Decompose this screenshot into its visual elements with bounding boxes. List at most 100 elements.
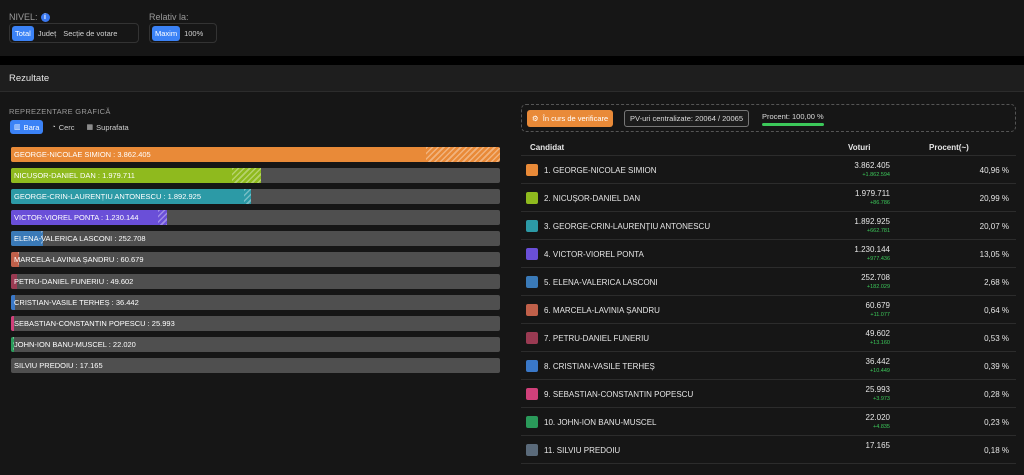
candidate-name: 8. CRISTIAN-VASILE TERHEȘ bbox=[544, 362, 655, 371]
filter-bar: NIVEL: i Total Județ Secție de votare Re… bbox=[0, 0, 1024, 56]
color-swatch bbox=[526, 388, 538, 400]
results-title: Rezultate bbox=[9, 73, 50, 84]
procent-indicator: Procent: 100,00 % bbox=[762, 112, 824, 126]
bar-row[interactable]: MARCELA-LAVINIA ȘANDRU : 60.679 bbox=[11, 252, 500, 268]
relativ-option-100[interactable]: 100% bbox=[181, 26, 206, 41]
candidate-number: 6. bbox=[544, 306, 551, 315]
table-row[interactable]: 2. NICUȘOR-DANIEL DAN 1.979.711 +86.786 20,… bbox=[521, 184, 1016, 212]
bar-row[interactable]: ELENA-VALERICA LASCONI : 252.708 bbox=[11, 231, 500, 247]
results-panel: ⚙ În curs de verificare PV-uri centraliz… bbox=[521, 104, 1016, 464]
candidate-name-text: VICTOR-VIOREL PONTA bbox=[552, 250, 644, 259]
candidate-name: 4. VICTOR-VIOREL PONTA bbox=[544, 250, 644, 259]
votes-value: 17.165 bbox=[865, 441, 890, 450]
table-row[interactable]: 7. PETRU-DANIEL FUNERIU 49.602 +13.160 0,53… bbox=[521, 324, 1016, 352]
percent-value: 0,28 % bbox=[984, 390, 1009, 399]
candidate-name-text: SEBASTIAN-CONSTANTIN POPESCU bbox=[552, 390, 694, 399]
table-row[interactable]: 3. GEORGE-CRIN-LAURENȚIU ANTONESCU 1.892.… bbox=[521, 212, 1016, 240]
bar-label: SILVIU PREDOIU : 17.165 bbox=[14, 360, 103, 370]
bar-label: MARCELA-LAVINIA ȘANDRU : 60.679 bbox=[14, 255, 144, 265]
bar-label: PETRU-DANIEL FUNERIU : 49.602 bbox=[14, 276, 134, 286]
treemap-icon: ▦ bbox=[86, 124, 94, 131]
relativ-label: Relativ la: bbox=[149, 12, 189, 22]
candidate-name-text: GEORGE-NICOLAE SIMION bbox=[552, 166, 657, 175]
votes-delta: +11.077 bbox=[870, 312, 890, 318]
nivel-option-total[interactable]: Total bbox=[12, 25, 34, 41]
table-body: 1. GEORGE-NICOLAE SIMION 3.862.405 +1.862.… bbox=[521, 156, 1016, 464]
tab-bara[interactable]: ▥ Bara bbox=[10, 120, 44, 134]
tab-suprafata-label: Suprafata bbox=[96, 122, 129, 132]
votes-delta: +4.835 bbox=[873, 424, 890, 430]
bar-row[interactable]: SEBASTIAN-CONSTANTIN POPESCU : 25.993 bbox=[11, 315, 500, 331]
header-candidat: Candidat bbox=[530, 143, 565, 152]
bar-row[interactable]: GEORGE-NICOLAE SIMION : 3.862.405 bbox=[11, 147, 500, 162]
table-row[interactable]: 1. GEORGE-NICOLAE SIMION 3.862.405 +1.862.… bbox=[521, 156, 1016, 184]
bar-label: SEBASTIAN-CONSTANTIN POPESCU : 25.993 bbox=[14, 318, 175, 328]
candidate-name: 11. SILVIU PREDOIU bbox=[544, 446, 620, 455]
votes-value: 1.230.144 bbox=[854, 245, 890, 254]
table-row[interactable]: 11. SILVIU PREDOIU 17.165 0,18 % bbox=[521, 436, 1016, 464]
tab-suprafata[interactable]: ▦ Suprafata bbox=[83, 120, 133, 134]
candidate-number: 4. bbox=[544, 250, 551, 259]
bar-row[interactable]: SILVIU PREDOIU : 17.165 bbox=[11, 357, 500, 373]
candidate-number: 1. bbox=[544, 166, 551, 175]
bar-row[interactable]: GEORGE-CRIN-LAURENȚIU ANTONESCU : 1.892.… bbox=[11, 189, 500, 205]
votes-value: 1.979.711 bbox=[855, 189, 890, 198]
percent-value: 0,23 % bbox=[984, 418, 1009, 427]
candidate-name: 9. SEBASTIAN-CONSTANTIN POPESCU bbox=[544, 390, 693, 399]
bar-row[interactable]: PETRU-DANIEL FUNERIU : 49.602 bbox=[11, 273, 500, 289]
table-row[interactable]: 9. SEBASTIAN-CONSTANTIN POPESCU 25.993 +3.… bbox=[521, 380, 1016, 408]
bar-label: VICTOR-VIOREL PONTA : 1.230.144 bbox=[14, 213, 139, 223]
procent-progress-bar bbox=[762, 123, 824, 126]
table-row[interactable]: 5. ELENA-VALERICA LASCONI 252.708 +182.029… bbox=[521, 268, 1016, 296]
percent-value: 0,53 % bbox=[984, 334, 1009, 343]
pie-chart-icon: ◔ bbox=[51, 123, 56, 131]
relativ-option-maxim[interactable]: Maxim bbox=[152, 25, 181, 41]
bar-hatch bbox=[158, 210, 167, 226]
verification-icon: ⚙ bbox=[532, 114, 539, 123]
votes-value: 60.679 bbox=[865, 301, 890, 310]
candidate-name: 2. NICUȘOR-DANIEL DAN bbox=[544, 194, 640, 203]
candidate-number: 10. bbox=[544, 418, 556, 427]
procent-text: Procent: 100,00 % bbox=[762, 112, 824, 121]
table-row[interactable]: 4. VICTOR-VIOREL PONTA 1.230.144 +977.436 1… bbox=[521, 240, 1016, 268]
votes-value: 3.862.405 bbox=[854, 161, 890, 170]
table-row[interactable]: 10. JOHN-ION BANU-MUSCEL 22.020 +4.835 0,23… bbox=[521, 408, 1016, 436]
info-icon[interactable]: i bbox=[40, 12, 50, 22]
bar-hatch bbox=[231, 168, 262, 184]
candidate-name-text: CRISTIAN-VASILE TERHEȘ bbox=[552, 362, 655, 371]
candidate-name: 3. GEORGE-CRIN-LAURENȚIU ANTONESCU bbox=[544, 222, 710, 231]
bar-row[interactable]: JOHN-ION BANU-MUSCEL : 22.020 bbox=[11, 336, 500, 352]
percent-value: 40,96 % bbox=[979, 166, 1009, 175]
header-procent: Procent(~) bbox=[929, 143, 969, 152]
candidate-name-text: GEORGE-CRIN-LAURENȚIU ANTONESCU bbox=[552, 222, 711, 231]
nivel-option-judet[interactable]: Județ bbox=[35, 26, 59, 41]
votes-delta: +182.029 bbox=[866, 284, 890, 290]
results-header: Rezultate bbox=[0, 65, 1024, 92]
tab-bara-label: Bara bbox=[23, 122, 40, 132]
view-tabs: ▥ Bara ◔ Cerc ▦ Suprafata bbox=[10, 120, 133, 134]
candidate-number: 9. bbox=[544, 390, 551, 399]
votes-delta: +13.160 bbox=[869, 340, 890, 346]
status-box: ⚙ În curs de verificare PV-uri centraliz… bbox=[521, 104, 1016, 132]
bar-label: CRISTIAN-VASILE TERHEȘ : 36.442 bbox=[14, 297, 139, 307]
bar-row[interactable]: CRISTIAN-VASILE TERHEȘ : 36.442 bbox=[11, 294, 500, 310]
bar-row[interactable]: VICTOR-VIOREL PONTA : 1.230.144 bbox=[11, 210, 500, 226]
tab-cerc[interactable]: ◔ Cerc bbox=[47, 120, 78, 134]
nivel-option-sectie[interactable]: Secție de votare bbox=[60, 26, 120, 41]
votes-value: 25.993 bbox=[865, 385, 890, 394]
bar-row[interactable]: NICUȘOR-DANIEL DAN : 1.979.711 bbox=[11, 168, 500, 184]
candidate-number: 8. bbox=[544, 362, 551, 371]
color-swatch bbox=[526, 360, 538, 372]
votes-delta: +10.449 bbox=[869, 368, 890, 374]
relativ-label-text: Relativ la: bbox=[149, 12, 189, 22]
percent-value: 0,64 % bbox=[984, 306, 1009, 315]
grafica-label: REPREZENTARE GRAFICĂ bbox=[9, 107, 111, 116]
bar-label: GEORGE-NICOLAE SIMION : 3.862.405 bbox=[14, 150, 151, 159]
percent-value: 2,68 % bbox=[984, 278, 1009, 287]
bar-label: ELENA-VALERICA LASCONI : 252.708 bbox=[14, 234, 146, 244]
table-row[interactable]: 8. CRISTIAN-VASILE TERHEȘ 36.442 +10.449 0,… bbox=[521, 352, 1016, 380]
candidate-name-text: JOHN-ION BANU-MUSCEL bbox=[557, 418, 657, 427]
votes-delta: +977.436 bbox=[866, 256, 890, 262]
color-swatch bbox=[526, 416, 538, 428]
table-row[interactable]: 6. MARCELA-LAVINIA ȘANDRU 60.679 +11.077 0,… bbox=[521, 296, 1016, 324]
